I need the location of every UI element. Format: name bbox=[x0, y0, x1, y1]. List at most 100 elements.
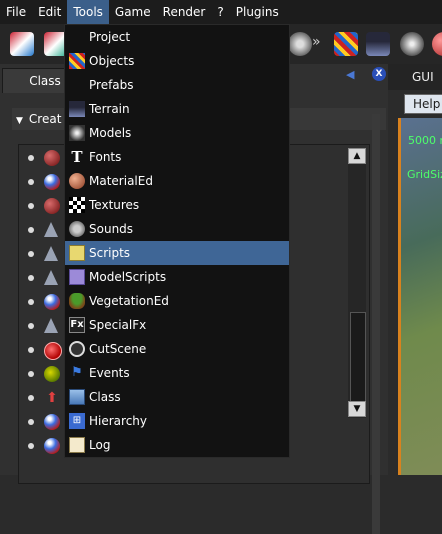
menu-item-label: Log bbox=[89, 438, 111, 452]
bullet-icon bbox=[28, 419, 34, 425]
menu-file[interactable]: File bbox=[0, 0, 32, 24]
menu-game[interactable]: Game bbox=[109, 0, 157, 24]
sphere-icon bbox=[44, 438, 60, 454]
sounds-icon bbox=[69, 221, 85, 237]
scripts-icon bbox=[69, 245, 85, 261]
cone-icon bbox=[44, 318, 58, 333]
menu-item-label: Terrain bbox=[89, 102, 130, 116]
cone-icon bbox=[44, 270, 58, 285]
viewport-gridsize-text: GridSiz bbox=[407, 168, 442, 181]
menu-item-label: Fonts bbox=[89, 150, 122, 164]
close-icon[interactable]: X bbox=[372, 67, 386, 81]
menubar: File Edit Tools Game Render ? Plugins bbox=[0, 0, 442, 24]
menu-help[interactable]: ? bbox=[211, 0, 229, 24]
toolbar-more-icon[interactable]: » bbox=[312, 34, 321, 50]
cutscene-icon bbox=[69, 341, 85, 357]
menu-item-prefabs[interactable]: Prefabs bbox=[65, 73, 289, 97]
bullet-icon bbox=[28, 347, 34, 353]
textures-icon bbox=[69, 197, 85, 213]
menu-item-materialed[interactable]: MaterialEd bbox=[65, 169, 289, 193]
menu-item-label: Objects bbox=[89, 54, 135, 68]
tab-gui[interactable]: GUI bbox=[412, 70, 434, 84]
events-icon: ⚑ bbox=[71, 365, 83, 380]
menu-item-hierarchy[interactable]: ⊞ Hierarchy bbox=[65, 409, 289, 433]
gear-sphere-icon bbox=[44, 366, 60, 382]
bullet-icon bbox=[28, 275, 34, 281]
scroll-down-button[interactable]: ▼ bbox=[348, 401, 366, 417]
bullet-icon bbox=[28, 179, 34, 185]
menu-item-label: SpecialFx bbox=[89, 318, 147, 332]
bullet-icon bbox=[28, 323, 34, 329]
bullet-icon bbox=[28, 251, 34, 257]
menu-edit[interactable]: Edit bbox=[32, 0, 67, 24]
terrain-icon bbox=[69, 101, 85, 117]
toolbar-cube-icon[interactable] bbox=[334, 32, 358, 56]
menu-item-project[interactable]: Project bbox=[65, 25, 289, 49]
scroll-thumb[interactable] bbox=[350, 312, 366, 402]
menu-item-sounds[interactable]: Sounds bbox=[65, 217, 289, 241]
scroll-up-button[interactable]: ▲ bbox=[348, 148, 366, 164]
menu-render[interactable]: Render bbox=[157, 0, 212, 24]
objects-icon bbox=[69, 53, 85, 69]
menu-item-specialfx[interactable]: Fx SpecialFx bbox=[65, 313, 289, 337]
toolbar-material-icon[interactable] bbox=[432, 32, 442, 56]
menu-item-label: Class bbox=[89, 390, 121, 404]
sphere-icon bbox=[44, 174, 60, 190]
menu-item-models[interactable]: Models bbox=[65, 121, 289, 145]
specialfx-icon: Fx bbox=[69, 317, 85, 333]
menu-item-label: Scripts bbox=[89, 246, 131, 260]
class-icon bbox=[69, 389, 85, 405]
sphere-icon bbox=[44, 414, 60, 430]
menu-item-fonts[interactable]: T Fonts bbox=[65, 145, 289, 169]
menu-tools[interactable]: Tools bbox=[67, 0, 109, 24]
help-button[interactable]: Help bbox=[404, 94, 442, 114]
menu-item-label: CutScene bbox=[89, 342, 147, 356]
sphere-icon bbox=[44, 294, 60, 310]
menu-item-textures[interactable]: Textures bbox=[65, 193, 289, 217]
menu-item-log[interactable]: Log bbox=[65, 433, 289, 457]
menu-item-scripts[interactable]: Scripts bbox=[65, 241, 289, 265]
arrow-up-icon: ⬆ bbox=[46, 390, 58, 406]
cone-icon bbox=[44, 246, 58, 261]
models-icon bbox=[69, 125, 85, 141]
collapse-triangle-icon[interactable]: ▼ bbox=[16, 116, 23, 126]
menu-item-label: Prefabs bbox=[89, 78, 134, 92]
log-icon bbox=[69, 437, 85, 453]
menu-item-class[interactable]: Class bbox=[65, 385, 289, 409]
viewport-distance-text: 5000 r bbox=[408, 134, 442, 147]
menu-item-label: Project bbox=[89, 30, 131, 44]
bullet-icon bbox=[28, 227, 34, 233]
toolbar-project-icon[interactable] bbox=[10, 32, 34, 56]
menu-item-objects[interactable]: Objects bbox=[65, 49, 289, 73]
create-section-label: Creat bbox=[28, 112, 62, 126]
menu-item-label: MaterialEd bbox=[89, 174, 153, 188]
left-arrow-icon[interactable]: ◀ bbox=[346, 68, 354, 81]
sphere-icon bbox=[44, 150, 60, 166]
menu-item-label: Sounds bbox=[89, 222, 134, 236]
menu-plugins[interactable]: Plugins bbox=[230, 0, 285, 24]
toolbar-disc-icon[interactable] bbox=[288, 32, 312, 56]
menu-item-events[interactable]: ⚑ Events bbox=[65, 361, 289, 385]
menu-item-label: Hierarchy bbox=[89, 414, 148, 428]
fonts-icon: T bbox=[71, 148, 83, 166]
bullet-icon bbox=[28, 203, 34, 209]
menu-item-label: ModelScripts bbox=[89, 270, 167, 284]
menu-item-cutscene[interactable]: CutScene bbox=[65, 337, 289, 361]
toolbar-terrain-icon[interactable] bbox=[366, 32, 390, 56]
material-icon bbox=[69, 173, 85, 189]
bullet-icon bbox=[28, 395, 34, 401]
menu-item-label: Events bbox=[89, 366, 130, 380]
menu-item-vegetationed[interactable]: VegetationEd bbox=[65, 289, 289, 313]
bullet-icon bbox=[28, 371, 34, 377]
toolbar-models-icon[interactable] bbox=[400, 32, 424, 56]
bullet-icon bbox=[28, 443, 34, 449]
bullet-icon bbox=[28, 299, 34, 305]
hierarchy-icon: ⊞ bbox=[69, 413, 85, 429]
menu-item-terrain[interactable]: Terrain bbox=[65, 97, 289, 121]
bullet-icon bbox=[28, 155, 34, 161]
button-sphere-icon bbox=[44, 342, 62, 360]
vegetation-icon bbox=[69, 293, 85, 309]
panel-scrollbar[interactable] bbox=[372, 114, 380, 534]
menu-item-modelscripts[interactable]: ModelScripts bbox=[65, 265, 289, 289]
menu-item-label: VegetationEd bbox=[89, 294, 169, 308]
